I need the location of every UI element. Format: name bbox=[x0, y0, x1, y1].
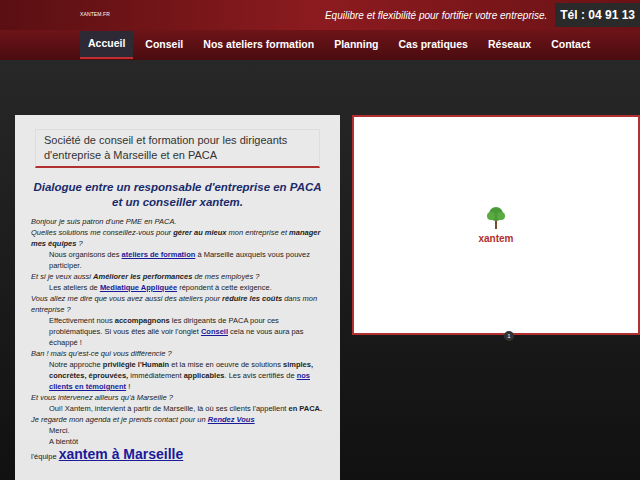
text-span: répondent à cette exigence. bbox=[177, 283, 272, 292]
tree-icon bbox=[483, 205, 509, 231]
text-span: . Les avis certifiés de bbox=[225, 371, 297, 380]
bold-text: accompagnons bbox=[115, 316, 170, 325]
dialogue-answer: A bientôt bbox=[27, 436, 328, 447]
text-link[interactable]: Conseil bbox=[201, 327, 228, 336]
signature: l'équipe xantem à Marseille bbox=[27, 449, 328, 462]
slide-pager[interactable]: 1 bbox=[504, 331, 514, 341]
text-span: de mes employés ? bbox=[192, 272, 259, 281]
nav-item[interactable]: Nos ateliers formation bbox=[195, 32, 322, 58]
logo-text: xantem bbox=[478, 231, 513, 246]
nav-bar: AccueilConseilNos ateliers formationPlan… bbox=[0, 30, 640, 60]
text-span: mon entreprise et bbox=[227, 228, 290, 237]
nav-item[interactable]: Contact bbox=[543, 32, 598, 58]
signature-link[interactable]: xantem à Marseille bbox=[59, 446, 184, 462]
nav-item[interactable]: Accueil bbox=[80, 31, 133, 59]
text-span: et la mise en oeuvre de solutions bbox=[169, 360, 283, 369]
text-span: Je regarde mon agenda et je prends conta… bbox=[31, 415, 208, 424]
dialogue-question: Ban ! mais qu'est-ce qui vous différenci… bbox=[27, 348, 328, 359]
text-span: Vous allez me dire que vous avez aussi d… bbox=[31, 294, 222, 303]
dialogue-answer: Notre approche privilégie l'Humain et la… bbox=[27, 359, 328, 392]
text-span: Et vous intervenez ailleurs qu'à Marseil… bbox=[31, 393, 173, 402]
text-span: Merci. bbox=[49, 426, 69, 435]
text-span: ! bbox=[126, 382, 130, 391]
nav-item[interactable]: Réseaux bbox=[480, 32, 539, 58]
dialogue-question: Et si je veux aussi Améliorer les perfor… bbox=[27, 271, 328, 282]
dialogue-question: Quelles solutions me conseillez-vous pou… bbox=[27, 227, 328, 249]
content: Société de conseil et formation pour les… bbox=[0, 60, 640, 480]
intro-title: Société de conseil et formation pour les… bbox=[35, 129, 320, 168]
text-span: A bientôt bbox=[49, 437, 78, 446]
bold-text: privilégie l'Humain bbox=[103, 360, 169, 369]
text-link[interactable]: Rendez Vous bbox=[208, 415, 255, 424]
dialogue-question: Et vous intervenez ailleurs qu'à Marseil… bbox=[27, 392, 328, 403]
nav-item[interactable]: Planning bbox=[326, 32, 386, 58]
dialogue-answer: Les ateliers de Mediatique Appliquée rép… bbox=[27, 282, 328, 293]
text-span: Effectivement nous bbox=[49, 316, 115, 325]
text-link[interactable]: ateliers de formation bbox=[122, 250, 196, 259]
bold-text: gérer au mieux bbox=[173, 228, 226, 237]
nav-item[interactable]: Cas pratiques bbox=[391, 32, 476, 58]
site-name: XANTEM.FR bbox=[80, 11, 110, 19]
text-link[interactable]: Mediatique Appliquée bbox=[100, 283, 177, 292]
text-span: Quelles solutions me conseillez-vous pou… bbox=[31, 228, 173, 237]
dialogue-answer: Oui! Xantem, intervient à partir de Mars… bbox=[27, 403, 328, 414]
text-span: Ban ! mais qu'est-ce qui vous différenci… bbox=[31, 349, 172, 358]
tagline: Equilibre et flexibilité pour fortifier … bbox=[325, 8, 547, 23]
dialogue-answer: Nous organisons des ateliers de formatio… bbox=[27, 249, 328, 271]
dialogue-title: Dialogue entre un responsable d'entrepri… bbox=[27, 180, 328, 210]
nav-item[interactable]: Conseil bbox=[137, 32, 191, 58]
text-span: immédiatement bbox=[128, 371, 183, 380]
text-span: Et si je veux aussi bbox=[31, 272, 93, 281]
dialogue-answer: Effectivement nous accompagnons les diri… bbox=[27, 315, 328, 348]
slider-panel: xantem1 bbox=[352, 115, 640, 335]
text-span: Oui! Xantem, intervient à partir de Mars… bbox=[49, 404, 288, 413]
page: XANTEM.FR Equilibre et flexibilité pour f… bbox=[0, 0, 640, 480]
dialogue: Bonjour je suis patron d'une PME en PACA… bbox=[27, 216, 328, 462]
text-span: Les ateliers de bbox=[49, 283, 100, 292]
intro-panel: Société de conseil et formation pour les… bbox=[15, 115, 340, 480]
top-bar: XANTEM.FR Equilibre et flexibilité pour f… bbox=[0, 0, 640, 30]
bold-text: en PACA. bbox=[288, 404, 322, 413]
text-span: Nous organisons des bbox=[49, 250, 122, 259]
bold-text: réduire les coûts bbox=[222, 294, 282, 303]
dialogue-question: Vous allez me dire que vous avez aussi d… bbox=[27, 293, 328, 315]
text-span: Notre approche bbox=[49, 360, 103, 369]
phone-box[interactable]: Tél : 04 91 13 bbox=[555, 3, 640, 27]
text-span: Bonjour je suis patron d'une PME en PACA… bbox=[31, 217, 177, 226]
dialogue-answer: Merci. bbox=[27, 425, 328, 436]
text-span: ? bbox=[76, 239, 82, 248]
bold-text: applicables bbox=[184, 371, 225, 380]
dialogue-question: Je regarde mon agenda et je prends conta… bbox=[27, 414, 328, 425]
bold-text: Améliorer les performances bbox=[93, 272, 192, 281]
dialogue-question: Bonjour je suis patron d'une PME en PACA… bbox=[27, 216, 328, 227]
signature-prefix: l'équipe bbox=[31, 452, 59, 461]
